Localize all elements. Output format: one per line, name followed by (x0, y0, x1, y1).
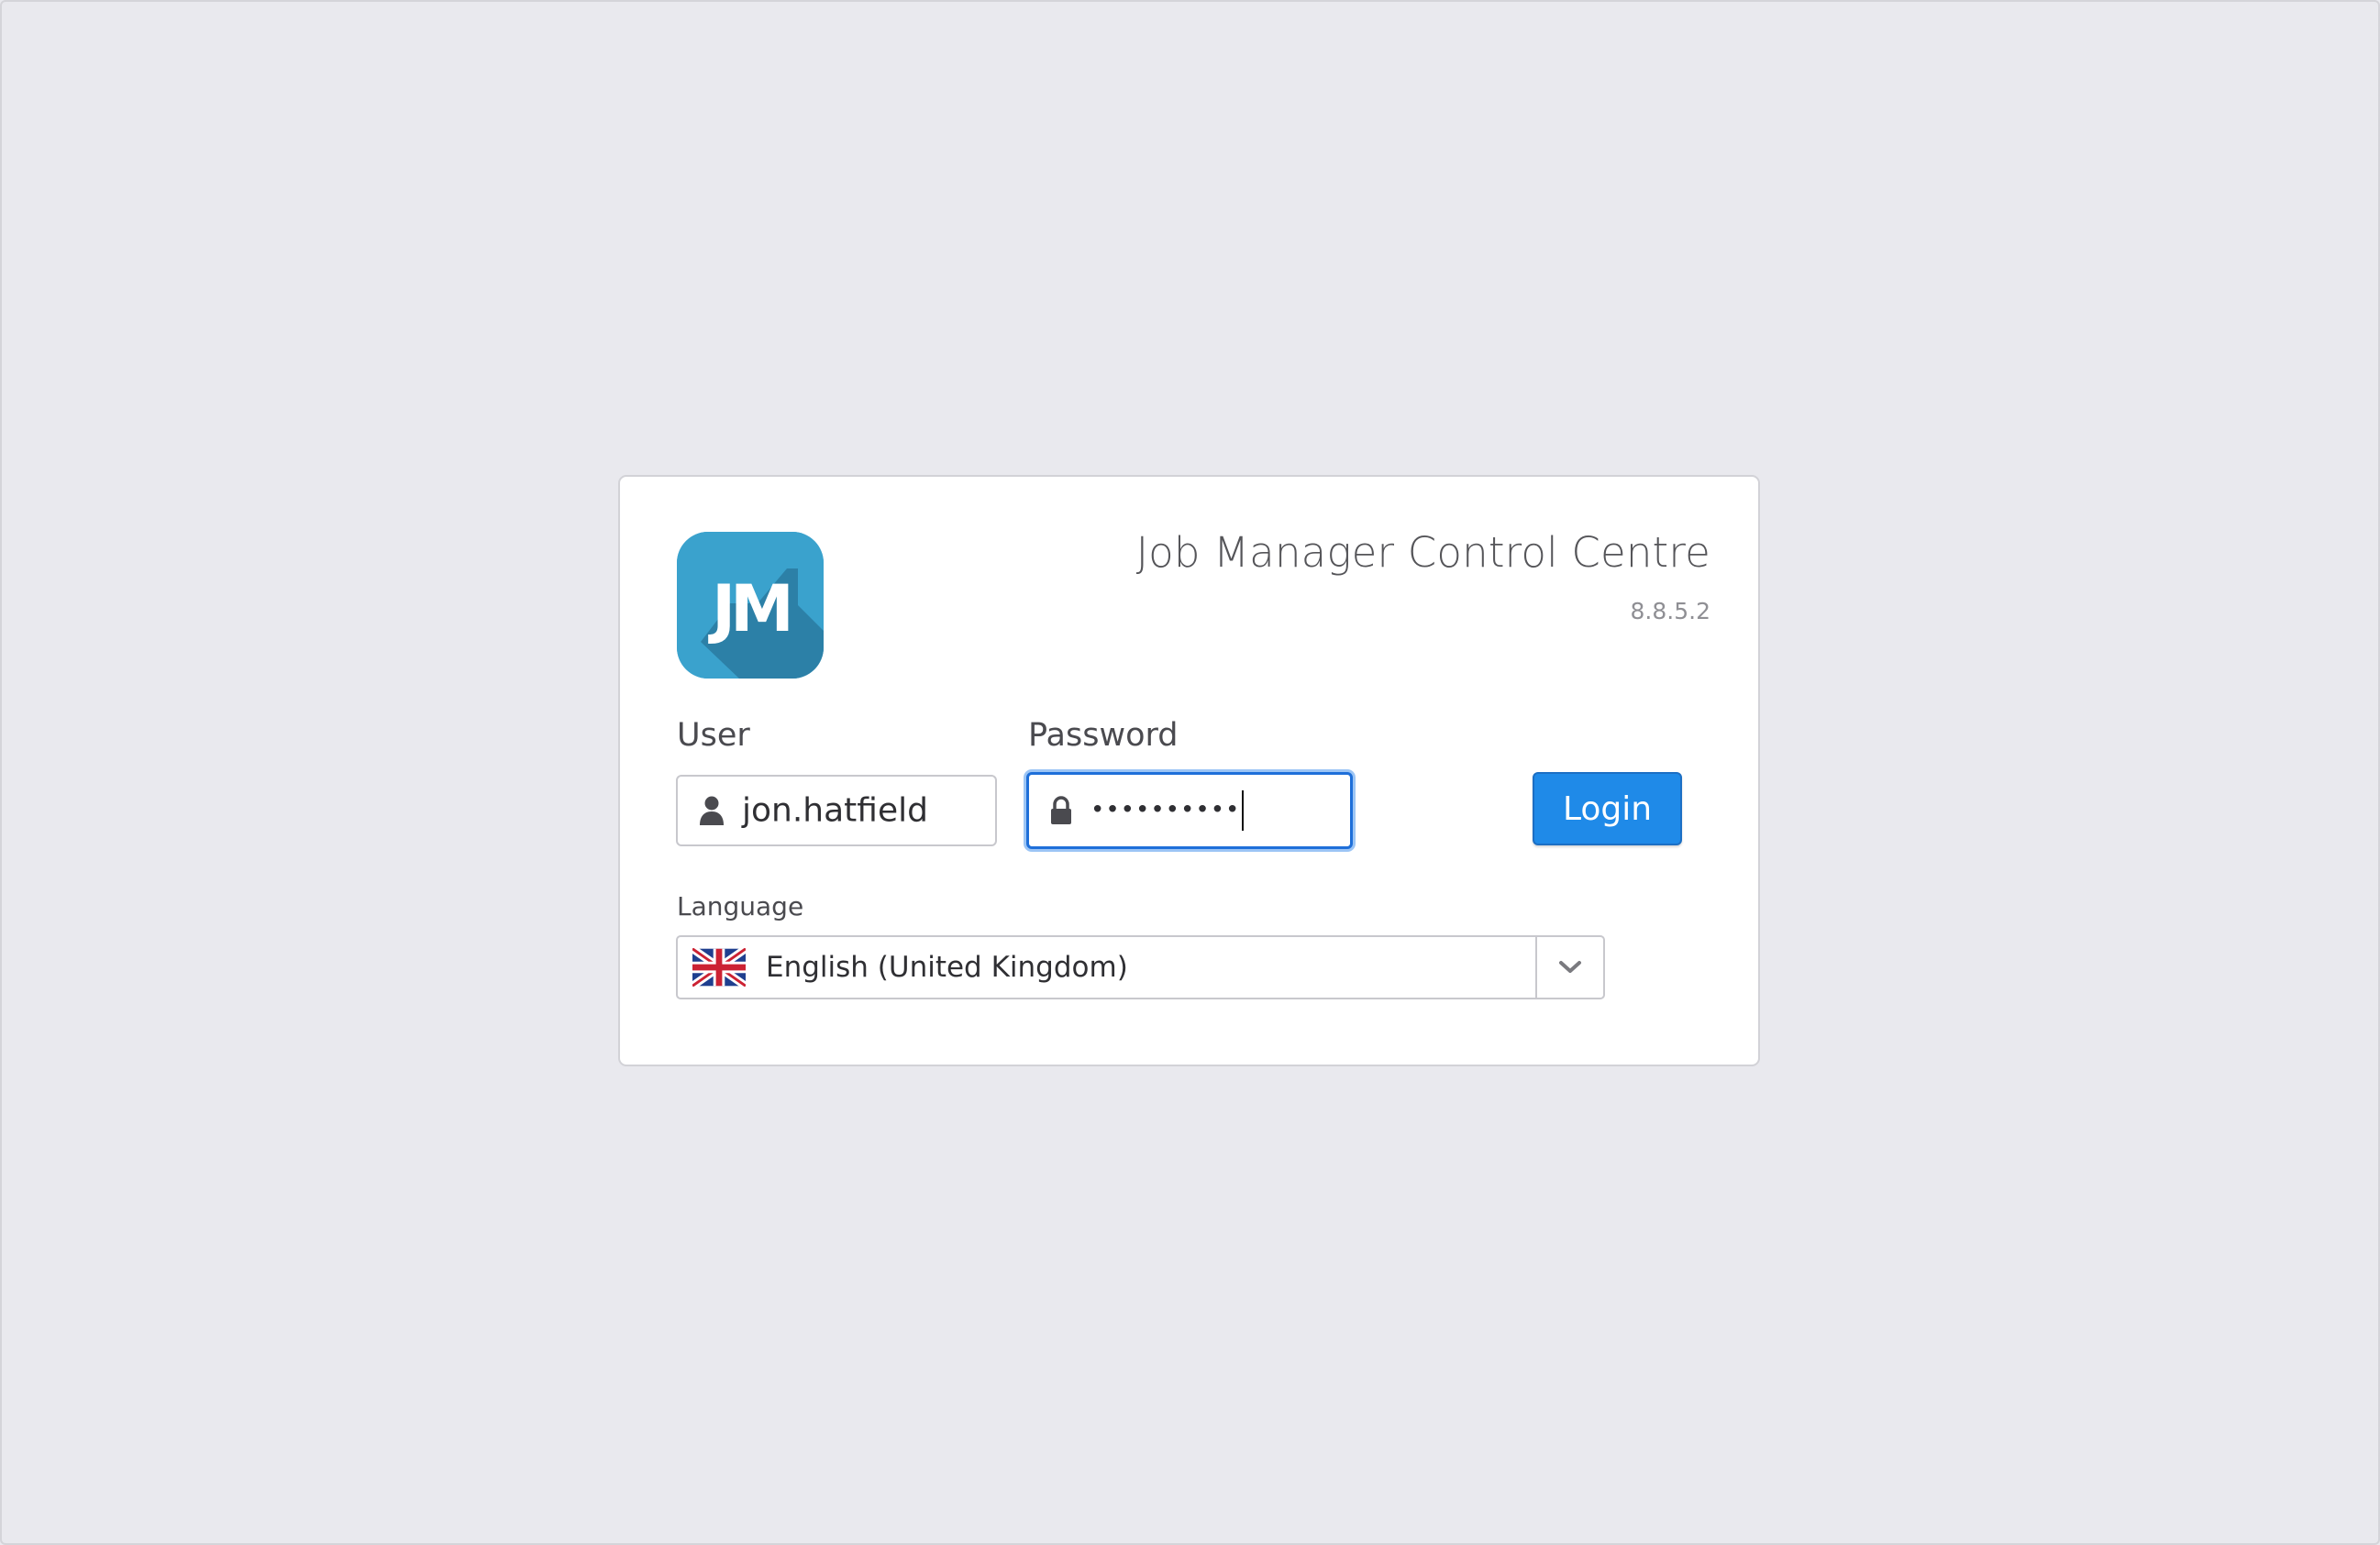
user-label: User (677, 717, 750, 754)
user-input-value: jon.hatfield (742, 791, 928, 830)
app-version: 8.8.5.2 (1630, 598, 1710, 624)
password-label: Password (1028, 717, 1179, 754)
uk-flag-icon (690, 945, 748, 989)
text-caret (1242, 790, 1245, 831)
password-field[interactable]: •••••••••• (1026, 772, 1353, 849)
login-card: JM Job Manager Control Centre 8.8.5.2 Us… (618, 475, 1760, 1066)
password-input-value: •••••••••• (1090, 790, 1245, 831)
login-button[interactable]: Login (1533, 772, 1682, 845)
language-label: Language (677, 891, 804, 921)
user-icon (698, 795, 725, 826)
app-title: Job Manager Control Centre (1135, 528, 1710, 577)
app-logo: JM (677, 532, 824, 679)
user-field[interactable]: jon.hatfield (676, 775, 997, 846)
svg-text:JM: JM (708, 571, 789, 646)
language-select[interactable]: English (United Kingdom) (676, 935, 1605, 999)
language-dropdown-toggle[interactable] (1535, 937, 1603, 998)
password-dots: •••••••••• (1090, 796, 1241, 824)
chevron-down-icon (1559, 961, 1581, 973)
lock-icon (1047, 795, 1075, 826)
language-select-value: English (United Kingdom) (766, 951, 1128, 984)
